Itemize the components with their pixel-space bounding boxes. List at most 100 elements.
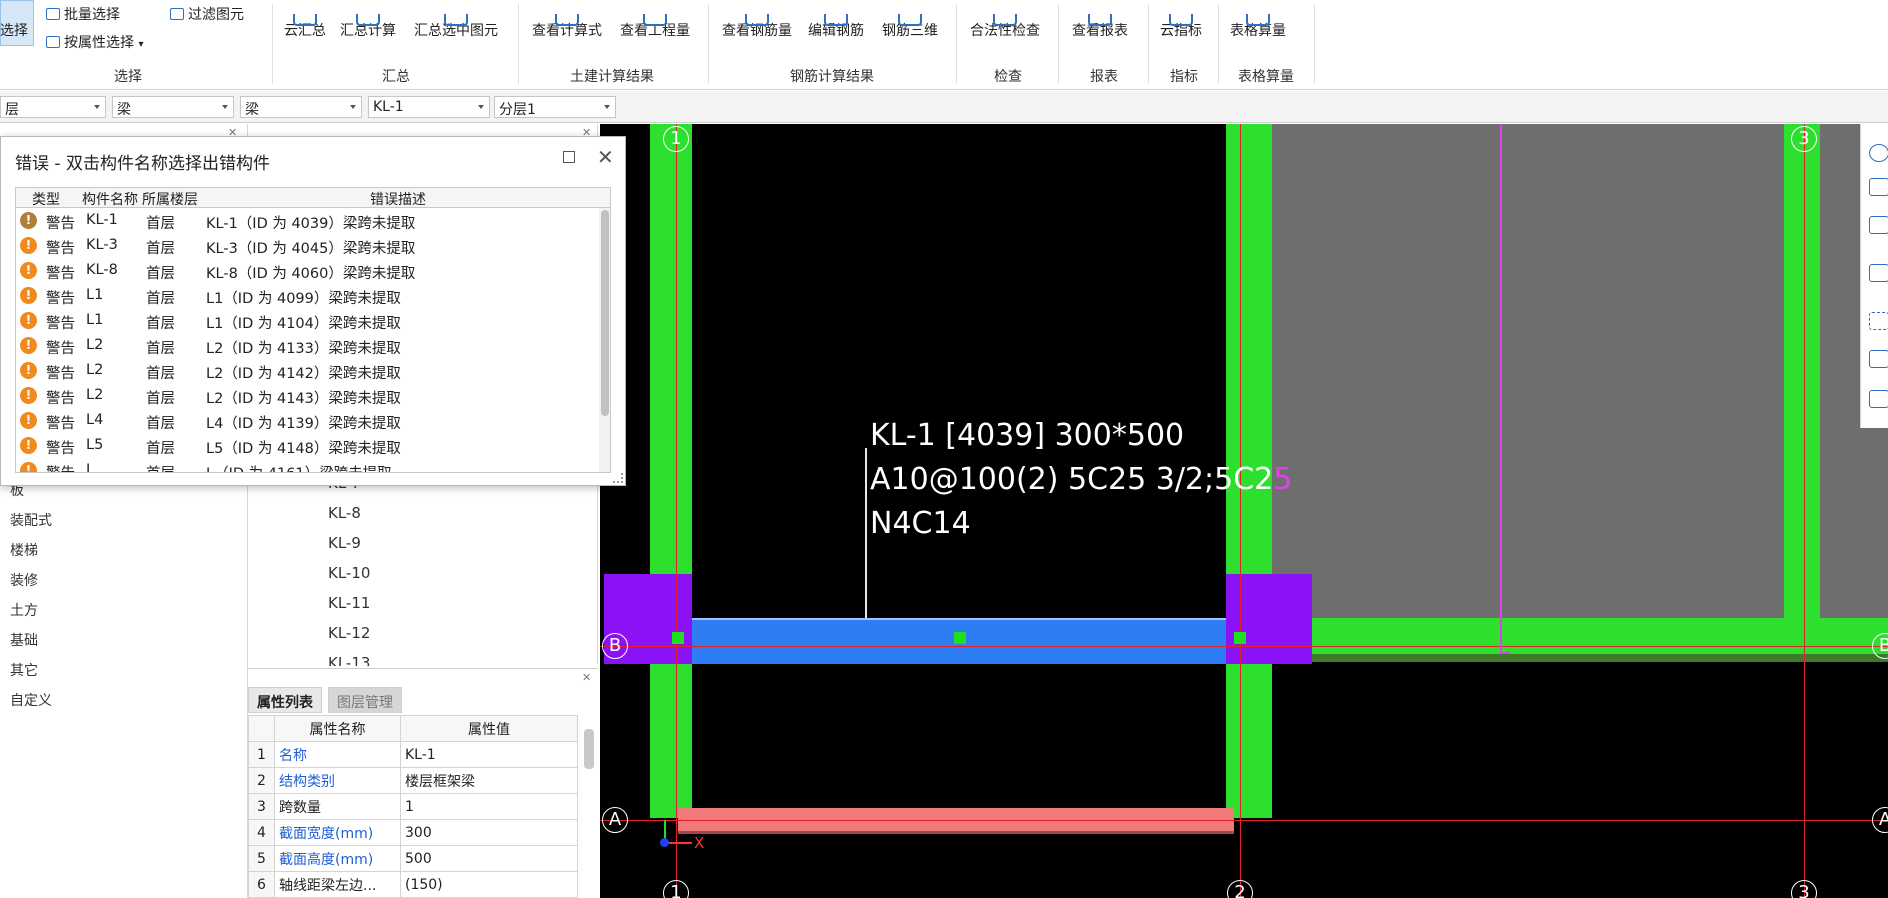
view-quantity-button[interactable]: 查看工程量 [620,14,690,40]
table-row[interactable]: 2 结构类别 楼层框架梁 [248,767,578,794]
table-row[interactable]: ! 警告 KL-3 首层 KL-3（ID 为 4045）梁跨未提取 [16,233,598,258]
table-row[interactable]: ! 警告 L2 首层 L2（ID 为 4143）梁跨未提取 [16,383,598,408]
cloud-index-button[interactable]: 云指标 [1160,14,1202,40]
magenta-line [1500,652,1510,654]
table-row[interactable]: 4 截面宽度(mm) 300 [248,819,578,846]
table-row[interactable]: ! 警告 L1 首层 L1（ID 为 4099）梁跨未提取 [16,283,598,308]
property-value[interactable]: (150) [400,871,578,898]
table-header: 属性名称 属性值 [248,715,578,742]
list-item[interactable]: KL-10 [328,564,370,582]
table-row[interactable]: 5 截面高度(mm) 500 [248,845,578,872]
nav-item-decoration[interactable]: 装修 [10,570,38,590]
table-row[interactable]: ! 警告 L4 首层 L4（ID 为 4139）梁跨未提取 [16,408,598,433]
list-view-icon[interactable] [1869,390,1888,408]
legality-check-button[interactable]: 合法性检查 [970,14,1040,40]
type-select[interactable]: 梁 [240,96,362,118]
nav-item-earthwork[interactable]: 土方 [10,600,38,620]
axis-bubble-left-b: B [602,633,628,659]
grip-point[interactable] [954,632,966,644]
select-button-label[interactable]: 选择 [0,20,28,40]
zoom-window-icon[interactable] [1869,312,1888,330]
category-select[interactable]: 梁 [112,96,234,118]
column-3[interactable] [1784,124,1820,618]
component-select[interactable]: KL-1 [368,96,490,118]
view-3d-icon[interactable] [1869,178,1888,196]
display-settings-icon[interactable] [1869,350,1888,368]
property-value[interactable]: 500 [400,845,578,872]
view-cube-icon[interactable] [1869,216,1888,234]
table-row[interactable]: ! 警告 L5 首层 L5（ID 为 4148）梁跨未提取 [16,433,598,458]
table-row[interactable]: ! 警告 L1 首层 L1（ID 为 4104）梁跨未提取 [16,308,598,333]
drawing-canvas[interactable]: KL-1 [4039] 300*500 A10@100(2) 5C25 3/2;… [600,124,1888,898]
scrollbar[interactable] [599,208,610,472]
floor-select[interactable]: 层 [0,96,106,118]
cloud-summary-button[interactable]: 云汇总 [284,14,326,40]
table-row[interactable]: !警告L首层L（ID 为 4161）梁跨未提取 [16,458,598,472]
summary-selected-button[interactable]: 汇总选中图元 [414,14,498,40]
view-rebar-qty-button[interactable]: 查看钢筋量 [722,14,792,40]
nav-item-foundation[interactable]: 基础 [10,630,38,650]
tab-layer-management[interactable]: 图层管理 [328,687,402,713]
batch-select-button[interactable]: 批量选择 [46,4,120,24]
view-formula-button[interactable]: 查看计算式 [532,14,602,40]
chevron-down-icon [94,105,100,109]
close-icon[interactable]: ✕ [582,671,591,684]
select-by-attribute-button[interactable]: 按属性选择 ▾ [46,32,143,52]
slab-region[interactable] [1272,124,1784,618]
list-item[interactable]: KL-9 [328,534,361,552]
table-row[interactable]: ! 警告 KL-1 首层 KL-1（ID 为 4039）梁跨未提取 [16,208,598,233]
batch-select-icon [46,8,60,20]
warning-icon: ! [20,287,37,304]
beam-edge[interactable] [1272,654,1888,662]
orbit-icon[interactable] [1869,144,1888,162]
table-row[interactable]: 6 轴线距梁左边... (150) [248,871,578,898]
table-row[interactable]: 1 名称 KL-1 [248,741,578,768]
beam-green[interactable] [1310,618,1888,654]
chevron-down-icon [604,105,610,109]
layer-select[interactable]: 分层1 [494,96,616,118]
magenta-line [1500,124,1502,654]
table-row[interactable]: ! 警告 L2 首层 L2（ID 为 4142）梁跨未提取 [16,358,598,383]
rebar-3d-button[interactable]: 钢筋三维 [882,14,938,40]
property-value[interactable]: KL-1 [400,741,578,768]
nav-item-other[interactable]: 其它 [10,660,38,680]
table-row[interactable]: ! 警告 KL-8 首层 KL-8（ID 为 4060）梁跨未提取 [16,258,598,283]
nav-item-stairs[interactable]: 楼梯 [10,540,38,560]
property-value[interactable]: 1 [400,793,578,820]
view-cube-icon[interactable] [1869,264,1888,282]
property-table: 属性名称 属性值 1 名称 KL-1 2 结构类别 楼层框架梁 3 跨数量 1 4 截面宽度(… [248,715,578,898]
summary-calc-button[interactable]: 汇总计算 [340,14,396,40]
error-dialog: 错误 - 双击构件名称选择出错构件 ✕ 类型 构件名称 所属楼层 错误描述 ! 警… [0,136,626,486]
column-block[interactable] [1226,574,1312,664]
list-item[interactable]: KL-8 [328,504,361,522]
maximize-icon[interactable] [563,151,575,163]
nav-item-prefab[interactable]: 装配式 [10,510,52,530]
list-item[interactable]: KL-11 [328,594,370,612]
list-item[interactable]: KL-13 [328,654,370,666]
resize-grip-icon[interactable] [613,473,623,483]
tab-property-list[interactable]: 属性列表 [248,687,322,713]
property-value[interactable]: 300 [400,819,578,846]
grip-point[interactable] [672,632,684,644]
group-label-index: 指标 [1170,69,1198,85]
list-item[interactable]: KL-12 [328,624,370,642]
close-icon[interactable]: ✕ [597,145,614,169]
column-header: 属性名称 [274,715,401,742]
edit-rebar-button[interactable]: 编辑钢筋 [808,14,864,40]
nav-item-custom[interactable]: 自定义 [10,690,52,710]
filter-elements-button[interactable]: 过滤图元 [170,4,244,24]
table-row[interactable]: ! 警告 L2 首层 L2（ID 为 4133）梁跨未提取 [16,333,598,358]
view-report-button[interactable]: 查看报表 [1072,14,1128,40]
table-calc-button[interactable]: 表格算量 [1230,14,1286,40]
table-row[interactable]: 3 跨数量 1 [248,793,578,820]
column-1[interactable] [650,124,692,818]
grip-point[interactable] [1234,632,1246,644]
scrollbar-thumb[interactable] [584,729,594,769]
scrollbar-thumb[interactable] [601,210,609,416]
ribbon-separator [518,4,519,84]
beam-pink[interactable] [678,808,1234,834]
property-value[interactable]: 楼层框架梁 [400,767,578,794]
ribbon-separator [1314,4,1315,84]
axis-line-1 [676,124,677,898]
axis-bubble-left-a: A [602,807,628,833]
